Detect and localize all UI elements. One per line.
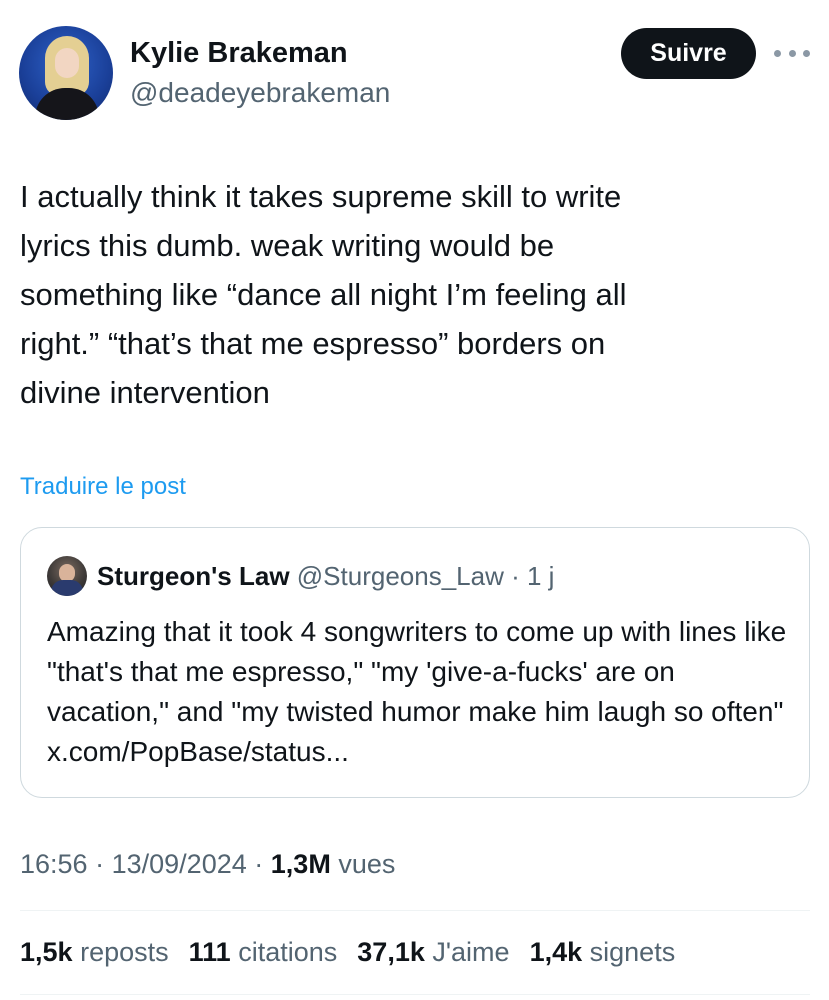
quoted-author-name: Sturgeon's Law — [97, 561, 290, 591]
views-count: 1,3M — [270, 849, 331, 879]
likes-count: 37,1k — [357, 937, 425, 967]
reposts-label: reposts — [80, 937, 169, 967]
quoted-age: 1 j — [527, 561, 555, 591]
tweet-text: I actually think it takes supreme skill … — [20, 179, 627, 410]
more-dot — [788, 49, 796, 57]
quoted-header: Sturgeon's Law @Sturgeons_Law · 1 j — [97, 560, 554, 592]
more-horizontal-icon[interactable] — [774, 40, 810, 66]
follow-button[interactable]: Suivre — [621, 28, 756, 79]
more-dot — [803, 49, 810, 57]
avatar-face — [55, 48, 79, 78]
more-dot — [774, 49, 781, 57]
likes-label: J'aime — [432, 937, 510, 967]
likes-stat[interactable]: 37,1k J'aime — [357, 935, 509, 969]
avatar-body — [51, 580, 83, 596]
divider — [20, 994, 810, 995]
author-avatar[interactable] — [19, 26, 113, 120]
author-handle[interactable]: @deadeyebrakeman — [130, 76, 390, 110]
translate-link[interactable]: Traduire le post — [20, 472, 186, 502]
bookmarks-count: 1,4k — [529, 937, 583, 967]
quoted-author-avatar — [47, 556, 87, 596]
quoted-text: Amazing that it took 4 songwriters to co… — [47, 616, 787, 767]
bookmarks-label: signets — [589, 937, 676, 967]
tweet-date[interactable]: 13/09/2024 — [112, 849, 247, 879]
reposts-stat[interactable]: 1,5k reposts — [20, 935, 169, 969]
quotes-count: 111 — [188, 937, 231, 967]
bookmarks-stat[interactable]: 1,4k signets — [530, 935, 676, 969]
meta-separator: · — [254, 849, 264, 879]
engagement-stats: 1,5k reposts 111 citations 37,1k J'aime … — [20, 935, 695, 969]
meta-separator: · — [95, 849, 105, 879]
tweet-time[interactable]: 16:56 — [20, 849, 88, 879]
tweet-header: Kylie Brakeman @deadeyebrakeman Suivre — [0, 0, 829, 130]
quoted-author-handle: @Sturgeons_Law — [296, 561, 504, 591]
tweet-metadata: 16:56 · 13/09/2024 · 1,3M vues — [20, 847, 395, 881]
author-name[interactable]: Kylie Brakeman — [130, 36, 348, 70]
quoted-tweet[interactable]: Sturgeon's Law @Sturgeons_Law · 1 j Amaz… — [20, 527, 810, 798]
reposts-count: 1,5k — [20, 937, 73, 967]
avatar-body — [35, 88, 99, 120]
divider — [20, 910, 810, 911]
quoted-separator: · — [511, 561, 520, 591]
quotes-stat[interactable]: 111 citations — [189, 935, 338, 969]
views-label: vues — [338, 849, 396, 879]
quotes-label: citations — [238, 937, 338, 967]
